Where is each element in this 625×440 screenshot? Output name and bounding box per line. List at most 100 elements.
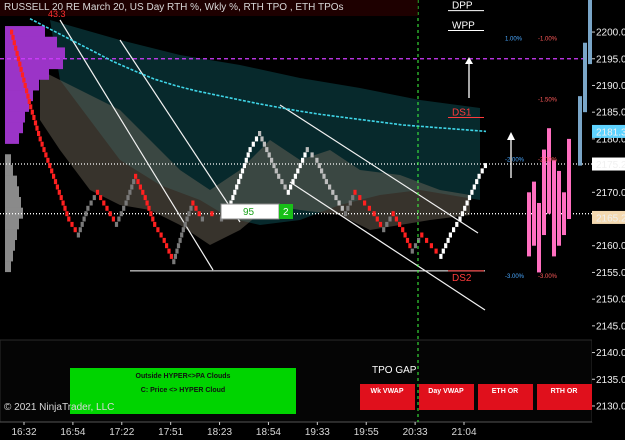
renko-brick (444, 243, 448, 249)
right-button-wk-vwap[interactable]: Wk VWAP (360, 384, 415, 410)
price-chart[interactable]: 1.00% -1.00% -1.50% -2.00% -2.00% -3.00% -3.00… (0, 0, 625, 440)
renko-brick (375, 216, 379, 222)
x-tick-label-0: 16:32 (11, 427, 36, 438)
eth-bar-5 (552, 160, 556, 257)
profile-bar-9 (5, 122, 23, 134)
renko-brick (48, 163, 52, 169)
renko-brick (180, 232, 184, 238)
profile-gray-bar-0 (5, 154, 11, 166)
renko-brick (10, 29, 14, 35)
renko-brick (235, 184, 239, 190)
renko-brick (460, 211, 464, 217)
renko-brick (124, 200, 128, 206)
renko-brick (434, 248, 438, 254)
renko-brick (80, 221, 84, 227)
renko-brick (67, 216, 71, 222)
renko-brick (84, 211, 88, 217)
right-button-rth-or[interactable]: RTH OR (537, 384, 592, 410)
renko-brick (172, 259, 176, 265)
outside-clouds-label: Outside HYPER<>PA Clouds (136, 373, 231, 380)
y-tick-label-11: 2185.0 (596, 108, 625, 119)
renko-brick (403, 232, 407, 238)
renko-brick (145, 200, 149, 206)
right-button-eth-or[interactable]: ETH OR (478, 384, 533, 410)
renko-brick (286, 189, 290, 195)
renko-brick (385, 221, 389, 227)
renko-brick (405, 237, 410, 243)
watermark: © 2021 NinjaTrader, LLC (4, 402, 114, 413)
renko-brick (165, 243, 169, 249)
profile-gray-bar-2 (5, 175, 17, 187)
pct-label-1: -1.00% (538, 36, 558, 42)
renko-brick (20, 72, 25, 78)
renko-brick (408, 243, 412, 249)
renko-brick (14, 45, 18, 51)
renko-brick (258, 131, 262, 136)
renko-brick (254, 136, 259, 142)
y-tick-label-1: 2135.0 (596, 375, 625, 386)
renko-brick (187, 211, 191, 217)
renko-brick (337, 200, 341, 206)
renko-value-tag: 95 2 (220, 203, 293, 220)
eth-bar-4 (547, 128, 551, 214)
renko-brick (169, 253, 173, 259)
renko-brick (29, 104, 33, 110)
renko-brick (128, 189, 132, 195)
renko-brick (117, 216, 121, 222)
profile-bar-5 (5, 79, 39, 91)
y-tick-label-4: 2150.0 (596, 295, 625, 306)
renko-brick (242, 163, 246, 169)
renko-brick (19, 66, 23, 72)
rth-or-label: RTH OR (551, 388, 578, 395)
renko-brick (189, 205, 193, 211)
day-vwap-label: Day VWAP (428, 388, 464, 395)
eth-bar-11 (588, 0, 592, 65)
renko-brick (372, 211, 376, 217)
renko-brick (401, 227, 405, 233)
renko-brick (114, 221, 119, 227)
renko-brick (455, 221, 459, 227)
renko-brick (265, 147, 269, 153)
renko-brick (470, 189, 474, 195)
renko-brick (153, 221, 157, 227)
renko-brick (452, 227, 456, 233)
renko-brick (136, 179, 140, 185)
renko-brick (183, 221, 187, 227)
renko-brick (289, 184, 293, 190)
renko-brick (367, 205, 371, 211)
renko-brick (59, 195, 63, 201)
renko-brick (237, 179, 241, 185)
renko-brick (298, 163, 302, 169)
renko-brick (343, 211, 348, 217)
price-tag-label-1: 2175.2 (596, 160, 625, 171)
renko-brick (277, 173, 281, 179)
x-tick-label-3: 17:51 (158, 427, 183, 438)
renko-brick (102, 200, 106, 206)
renko-brick (176, 243, 181, 249)
right-button-day-vwap[interactable]: Day VWAP (419, 384, 474, 410)
renko-brick (57, 189, 61, 195)
price-tag-label-0: 2181.3 (596, 127, 625, 138)
renko-brick (35, 125, 39, 131)
profile-bar-2 (5, 47, 65, 59)
renko-brick (78, 227, 82, 233)
footer-button-outside-clouds[interactable]: Outside HYPER<>PA Clouds (70, 368, 296, 382)
pct-label-2: -1.50% (538, 97, 558, 103)
renko-brick (398, 221, 402, 227)
renko-brick (315, 157, 319, 163)
eth-bar-1 (532, 181, 536, 246)
y-tick-label-14: 2200.0 (596, 28, 625, 39)
level-label-wpp: WPP (452, 20, 475, 31)
renko-brick (465, 200, 469, 206)
renko-brick (149, 211, 153, 217)
renko-brick (463, 205, 467, 211)
renko-brick (132, 179, 136, 185)
renko-brick (27, 99, 31, 104)
price-cloud-label: C: Price <> HYPER Cloud (141, 387, 225, 394)
renko-brick (378, 221, 383, 227)
profile-bar-10 (5, 132, 19, 144)
renko-brick (439, 253, 443, 259)
eth-bar-10 (583, 42, 587, 113)
renko-brick (475, 179, 479, 185)
renko-brick (272, 163, 276, 169)
